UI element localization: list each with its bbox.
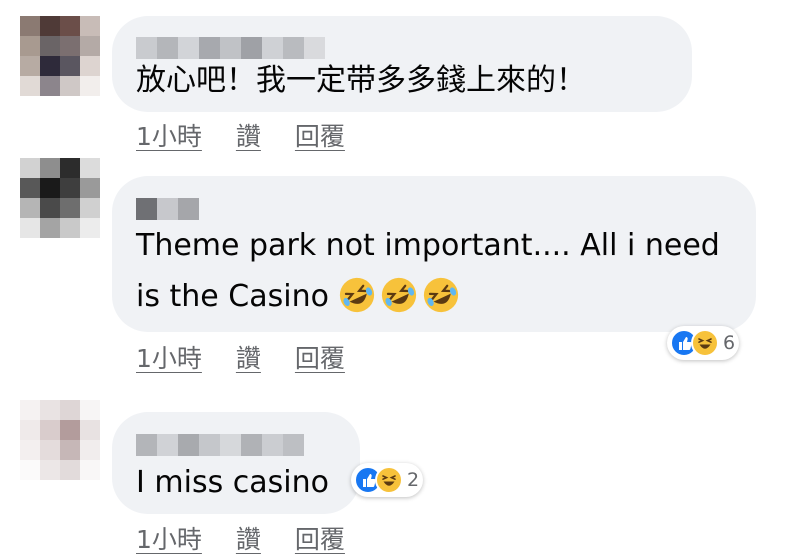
like-button[interactable]: 讚 — [236, 117, 261, 153]
author-name-blurred[interactable] — [136, 198, 732, 220]
avatar[interactable] — [20, 158, 100, 238]
reply-button[interactable]: 回覆 — [295, 520, 345, 556]
avatar[interactable] — [20, 400, 100, 480]
like-button[interactable]: 讚 — [236, 520, 261, 556]
comment-bubble: 放心吧！我一定带多多錢上來的！ — [112, 16, 692, 112]
reply-button[interactable]: 回覆 — [295, 117, 345, 153]
reaction-count: 2 — [407, 469, 420, 491]
comment-bubble: Theme park not important.... All i need … — [112, 176, 756, 332]
comment-text: 放心吧！我一定带多多錢上來的！ — [136, 63, 586, 98]
rofl-emoji-icon — [382, 277, 417, 313]
comment-text-line: is the Casino — [136, 272, 732, 321]
avatar[interactable] — [20, 16, 100, 96]
comment-actions: 1小時 讚 回覆 — [136, 339, 345, 375]
rofl-emoji-icon — [424, 277, 459, 313]
comment-actions: 1小時 讚 回覆 — [136, 117, 345, 153]
rofl-emoji-icon — [340, 277, 375, 313]
comment-bubble: I miss casino — [112, 412, 360, 514]
reaction-summary[interactable]: 6 — [667, 326, 740, 360]
reply-button[interactable]: 回覆 — [295, 339, 345, 375]
haha-reaction-icon — [691, 329, 719, 357]
timestamp-link[interactable]: 1小時 — [136, 117, 202, 153]
timestamp-link[interactable]: 1小時 — [136, 339, 202, 375]
haha-reaction-icon — [375, 466, 403, 494]
like-button[interactable]: 讚 — [236, 339, 261, 375]
author-name-blurred[interactable] — [136, 434, 336, 456]
comment-text-line: Theme park not important.... All i need — [136, 228, 720, 263]
reaction-summary[interactable]: 2 — [351, 463, 424, 497]
timestamp-link[interactable]: 1小時 — [136, 520, 202, 556]
comment-text: I miss casino — [136, 465, 329, 500]
comment-text-line-2: is the Casino — [136, 279, 329, 314]
comment-actions: 1小時 讚 回覆 — [136, 520, 345, 556]
reaction-count: 6 — [723, 332, 736, 354]
